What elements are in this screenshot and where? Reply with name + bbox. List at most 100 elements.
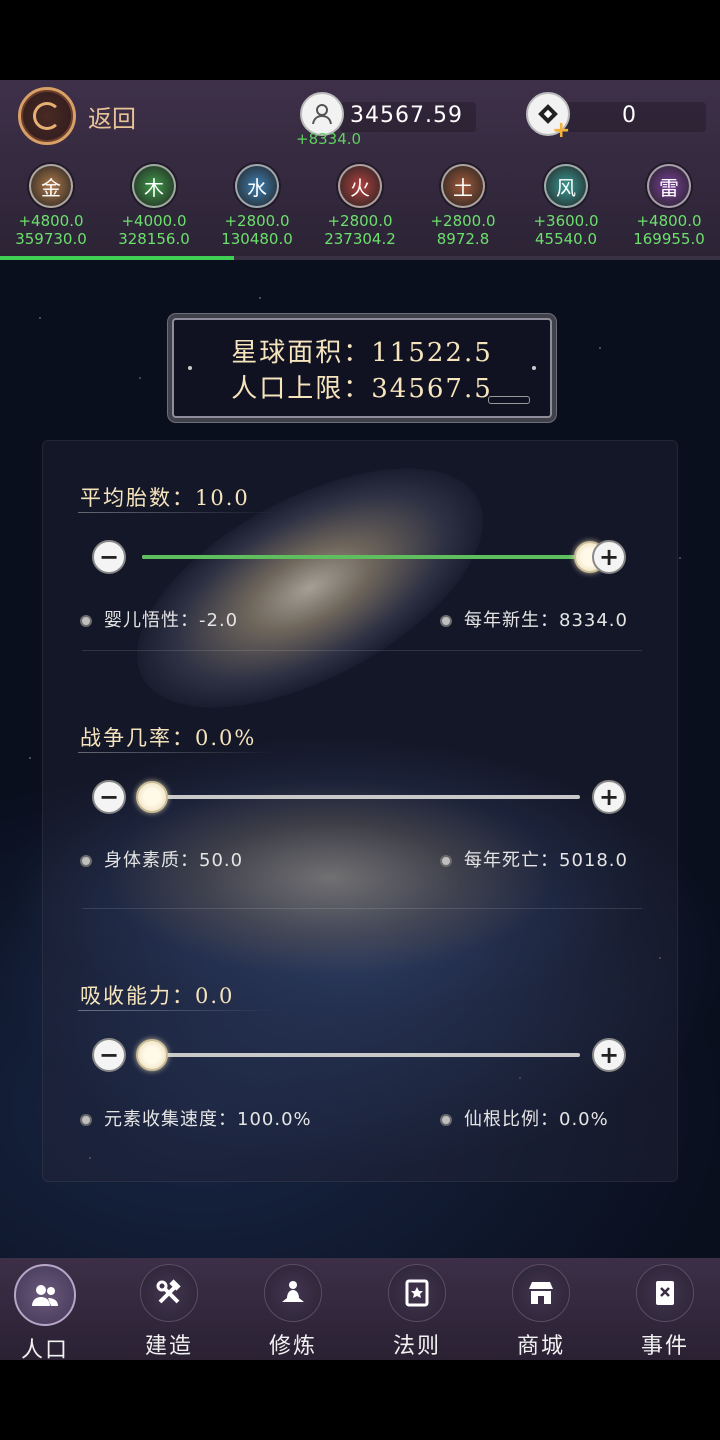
element-badge-icon: 金 (29, 164, 73, 208)
element-collect-speed-stat: 元素收集速度：100.0% (80, 1105, 312, 1131)
game-screen: 返回 34567.59 +8334.0 + 0 金 +4800.0 359730.0… (0, 0, 720, 1440)
baby-talent-label: 婴儿悟性：-2.0 (104, 610, 239, 631)
section-divider (82, 650, 642, 651)
nav-tab[interactable]: 事件 (615, 1264, 715, 1360)
yearly-births-label: 每年新生：8334.0 (464, 610, 628, 631)
element-total: 169955.0 (633, 230, 705, 248)
element-badge-icon: 火 (338, 164, 382, 208)
back-label: 返回 (88, 104, 136, 133)
element-delta: +4800.0 (18, 212, 84, 230)
physique-stat: 身体素质：50.0 (80, 846, 243, 872)
element-item[interactable]: 金 +4800.0 359730.0 (1, 164, 101, 248)
physique-label: 身体素质：50.0 (104, 850, 244, 871)
bullet-icon (80, 855, 92, 867)
element-delta: +2800.0 (430, 212, 496, 230)
element-delta: +2800.0 (327, 212, 393, 230)
panel-dot-right (532, 366, 536, 370)
bottom-navigation: 人口 建造 修炼 法则 商城 事件 (0, 1258, 720, 1363)
element-badge-icon: 水 (235, 164, 279, 208)
element-total: 328156.0 (118, 230, 190, 248)
war-chance-title: 战争几率：0.0% (80, 726, 257, 750)
bullet-icon (80, 615, 92, 627)
nav-tab[interactable]: 建造 (119, 1264, 219, 1360)
nav-tab[interactable]: 人口 (0, 1264, 95, 1364)
element-badge-icon: 土 (441, 164, 485, 208)
element-badge-icon: 风 (544, 164, 588, 208)
element-delta: +2800.0 (224, 212, 290, 230)
element-bar: 金 +4800.0 359730.0 木 +4000.0 328156.0 水 +2800.0… (0, 164, 720, 254)
birth-rate-slider: − + (92, 540, 628, 576)
element-collect-speed-label: 元素收集速度：100.0% (104, 1109, 312, 1130)
birth-decrease-button[interactable]: − (92, 540, 126, 574)
title-underline (78, 752, 278, 753)
back-button[interactable]: 返回 (18, 87, 158, 145)
element-item[interactable]: 土 +2800.0 8972.8 (413, 164, 513, 248)
birth-increase-button[interactable]: + (592, 540, 626, 574)
absorb-increase-button[interactable]: + (592, 1038, 626, 1072)
planet-area: 星球面积：11522.5 (231, 338, 493, 368)
element-total: 8972.8 (436, 230, 490, 248)
population-delta: +8334.0 (296, 130, 362, 148)
nav-label: 建造 (144, 1334, 193, 1359)
title-underline (78, 1010, 278, 1011)
population-value: 34567.59 (350, 103, 463, 128)
element-total: 359730.0 (15, 230, 87, 248)
panel-ornament (488, 396, 530, 404)
element-total: 130480.0 (221, 230, 293, 248)
slider-track[interactable] (142, 795, 580, 799)
gem-value: 0 (622, 103, 637, 128)
bullet-icon (440, 855, 452, 867)
element-badge-icon: 木 (132, 164, 176, 208)
yearly-deaths-label: 每年死亡：5018.0 (464, 850, 628, 871)
planet-info-panel: 星球面积：11522.5 人口上限：34567.5 (172, 318, 552, 418)
people-icon (14, 1264, 76, 1326)
war-decrease-button[interactable]: − (92, 780, 126, 814)
nav-label: 事件 (640, 1334, 689, 1359)
hammer-wrench-icon (140, 1264, 198, 1322)
bullet-icon (440, 1114, 452, 1126)
element-progress-fill (0, 256, 234, 260)
absorb-ability-title: 吸收能力：0.0 (80, 984, 235, 1008)
shop-icon (512, 1264, 570, 1322)
slider-track[interactable] (142, 555, 580, 559)
nav-label: 法则 (392, 1334, 441, 1359)
immortal-root-ratio-label: 仙根比例：0.0% (464, 1109, 609, 1130)
absorb-decrease-button[interactable]: − (92, 1038, 126, 1072)
war-increase-button[interactable]: + (592, 780, 626, 814)
add-gem-icon[interactable]: + (552, 118, 570, 143)
slider-knob[interactable] (136, 781, 168, 813)
book-icon (636, 1264, 694, 1322)
panel-dot-left (188, 366, 192, 370)
nav-tab[interactable]: 商城 (491, 1264, 591, 1360)
absorb-ability-slider: − + (92, 1038, 628, 1074)
element-delta: +4000.0 (121, 212, 187, 230)
title-underline (78, 512, 278, 513)
element-item[interactable]: 水 +2800.0 130480.0 (207, 164, 307, 248)
nav-label: 修炼 (268, 1334, 317, 1359)
birth-rate-title: 平均胎数：10.0 (80, 486, 250, 510)
slider-track[interactable] (142, 1053, 580, 1057)
war-chance-slider: − + (92, 780, 628, 816)
bullet-icon (80, 1114, 92, 1126)
element-item[interactable]: 雷 +4800.0 169955.0 (619, 164, 719, 248)
element-item[interactable]: 木 +4000.0 328156.0 (104, 164, 204, 248)
nav-label: 人口 (20, 1338, 69, 1363)
element-badge-icon: 雷 (647, 164, 691, 208)
section-divider (82, 908, 642, 909)
element-progress-track (0, 256, 720, 260)
element-delta: +3600.0 (533, 212, 599, 230)
nav-label: 商城 (516, 1334, 565, 1359)
yearly-deaths-stat: 每年死亡：5018.0 (440, 846, 628, 872)
element-item[interactable]: 火 +2800.0 237304.2 (310, 164, 410, 248)
element-delta: +4800.0 (636, 212, 702, 230)
yearly-births-stat: 每年新生：8334.0 (440, 606, 628, 632)
element-total: 45540.0 (534, 230, 598, 248)
immortal-root-ratio-stat: 仙根比例：0.0% (440, 1105, 609, 1131)
meditation-icon (264, 1264, 322, 1322)
element-item[interactable]: 风 +3600.0 45540.0 (516, 164, 616, 248)
nav-tab[interactable]: 修炼 (243, 1264, 343, 1360)
slider-knob[interactable] (136, 1039, 168, 1071)
back-icon (18, 87, 76, 145)
nav-tab[interactable]: 法则 (367, 1264, 467, 1360)
scroll-icon (388, 1264, 446, 1322)
